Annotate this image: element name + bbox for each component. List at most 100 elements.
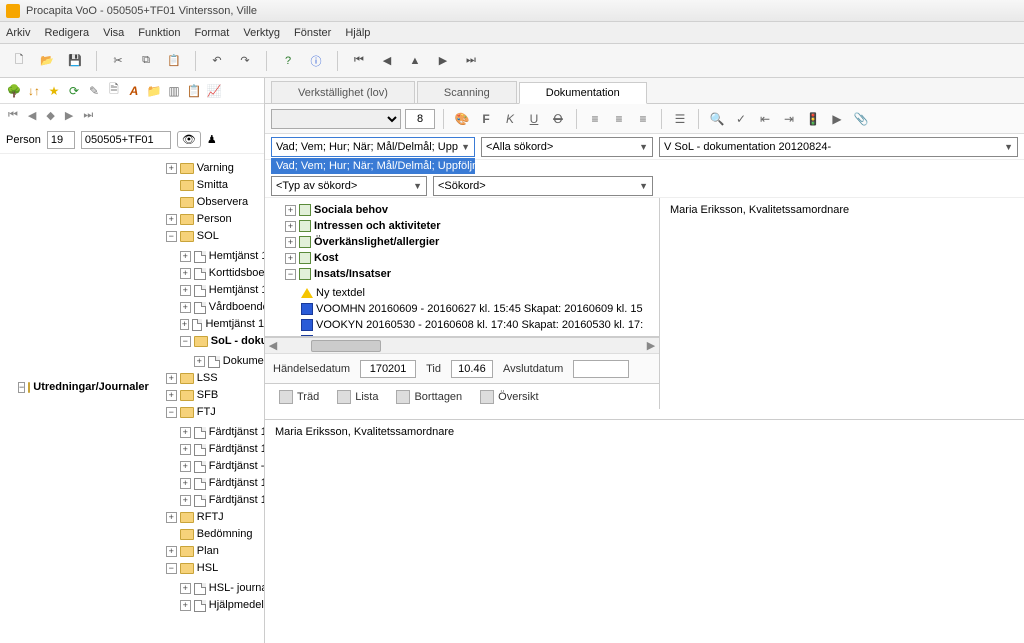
prev-icon[interactable]: ◀ bbox=[376, 50, 398, 72]
expand-icon[interactable]: + bbox=[180, 251, 191, 262]
tree-item-label[interactable]: Varning bbox=[197, 160, 234, 177]
strike-icon[interactable]: Ꝋ bbox=[548, 109, 568, 129]
tree-item-label[interactable]: FTJ bbox=[197, 404, 216, 421]
cut-icon[interactable]: ✂ bbox=[107, 50, 129, 72]
expand-icon[interactable]: + bbox=[285, 237, 296, 248]
copy-icon[interactable]: ⧉ bbox=[135, 50, 157, 72]
spellcheck-icon[interactable]: ✓ bbox=[731, 109, 751, 129]
expand-icon[interactable]: + bbox=[180, 600, 191, 611]
expand-icon[interactable]: + bbox=[166, 163, 177, 174]
expand-icon[interactable]: + bbox=[180, 268, 191, 279]
tree-icon[interactable]: 🌳 bbox=[6, 83, 22, 99]
tree-item-label[interactable]: SOL bbox=[197, 228, 219, 245]
combo-option-selected[interactable]: Vad; Vem; Hur; När; Mål/Delmål; Uppföljn… bbox=[271, 158, 475, 174]
arrow-down-icon[interactable]: ↓↑ bbox=[26, 83, 42, 99]
expand-icon[interactable]: + bbox=[180, 427, 191, 438]
up-icon[interactable]: ▲ bbox=[404, 50, 426, 72]
category-label[interactable]: Sociala behov bbox=[314, 202, 388, 218]
expand-icon[interactable]: − bbox=[166, 231, 177, 242]
horizontal-scrollbar[interactable]: ◀ ▶ bbox=[265, 337, 659, 353]
bottom-editor[interactable]: Maria Eriksson, Kvalitetssamordnare bbox=[265, 419, 1024, 643]
play-icon[interactable]: ▶ bbox=[827, 109, 847, 129]
tree-item-label[interactable]: Färdtjänst 160823 - , *Test, Sol bbox=[209, 475, 264, 492]
save-icon[interactable]: 💾 bbox=[64, 50, 86, 72]
next-icon[interactable]: ▶ bbox=[432, 50, 454, 72]
traffic-icon[interactable]: 🚦 bbox=[803, 109, 823, 129]
combo-dokumentation[interactable]: V SoL - dokumentation 20120824-▼ bbox=[659, 137, 1018, 157]
expand-icon[interactable]: + bbox=[166, 512, 177, 523]
combo-typ-sokord[interactable]: <Typ av sökord>▼ bbox=[271, 176, 427, 196]
color-icon[interactable]: 🎨 bbox=[452, 109, 472, 129]
expand-icon[interactable]: + bbox=[285, 221, 296, 232]
tree-item-label[interactable]: Korttidsboende 160822 - bbox=[209, 265, 264, 282]
refresh-icon[interactable]: ⟳ bbox=[66, 83, 82, 99]
expand-icon[interactable]: − bbox=[166, 563, 177, 574]
doc-icon[interactable]: 🗎 bbox=[106, 83, 122, 99]
italic-icon[interactable]: K bbox=[500, 109, 520, 129]
tree-item-label[interactable]: Färdtjänst - dokumentation 160823 · bbox=[209, 458, 264, 475]
viewtab-trad[interactable]: Träd bbox=[279, 390, 319, 404]
tree-item-label[interactable]: Hemtjänst 161025 - 161025 bbox=[209, 248, 264, 265]
tree-item-label[interactable]: Smitta bbox=[197, 177, 228, 194]
menu-verktyg[interactable]: Verktyg bbox=[243, 27, 280, 39]
combo-sokord[interactable]: <Sökord>▼ bbox=[433, 176, 653, 196]
tree-item-label[interactable]: Observera bbox=[197, 194, 248, 211]
nav-first-icon[interactable]: ⏮ bbox=[8, 109, 18, 122]
edit-icon[interactable]: ✎ bbox=[86, 83, 102, 99]
tree-item-label[interactable]: Färdtjänst 160823 - , Kerstin Folkes bbox=[209, 492, 264, 509]
entry-label[interactable]: Ny textdel bbox=[316, 285, 365, 301]
clipboard-icon[interactable]: 📋 bbox=[186, 83, 202, 99]
entry-label[interactable]: VOOMHN 20160609 - 20160627 kl. 15:45 Ska… bbox=[316, 301, 643, 317]
menu-format[interactable]: Format bbox=[195, 27, 230, 39]
expand-icon[interactable]: + bbox=[180, 285, 191, 296]
tab-verkstallighet[interactable]: Verkställighet (lov) bbox=[271, 81, 415, 103]
tree-item-label[interactable]: SoL - dokumentation 120824 - , *Te bbox=[211, 333, 264, 350]
expand-icon[interactable]: − bbox=[18, 382, 25, 393]
a-icon[interactable]: A bbox=[126, 83, 142, 99]
tab-scanning[interactable]: Scanning bbox=[417, 81, 517, 103]
category-label[interactable]: Insats/Insatser bbox=[314, 266, 391, 282]
expand-icon[interactable]: + bbox=[180, 583, 191, 594]
indent-left-icon[interactable]: ⇤ bbox=[755, 109, 775, 129]
menu-arkiv[interactable]: Arkiv bbox=[6, 27, 30, 39]
category-tree[interactable]: + Sociala behov + Intressen och aktiviteter… bbox=[265, 198, 659, 337]
tab-dokumentation[interactable]: Dokumentation bbox=[519, 82, 647, 104]
category-label[interactable]: Intressen och aktiviteter bbox=[314, 218, 441, 234]
nav-prev-icon[interactable]: ◀ bbox=[28, 109, 36, 122]
open-icon[interactable]: 📂 bbox=[36, 50, 58, 72]
expand-icon[interactable]: + bbox=[166, 214, 177, 225]
view-icon[interactable]: 👁 bbox=[177, 131, 201, 148]
expand-icon[interactable]: + bbox=[180, 495, 191, 506]
tree-item-label[interactable]: Dokumentation Verkställighet CD bbox=[223, 353, 264, 370]
tree-item-label[interactable]: Färdtjänst 160823 - 160831 bbox=[209, 424, 264, 441]
viewtab-lista[interactable]: Lista bbox=[337, 390, 378, 404]
expand-icon[interactable]: + bbox=[285, 205, 296, 216]
menu-redigera[interactable]: Redigera bbox=[44, 27, 89, 39]
entry-label[interactable]: VOOKYN 20160530 - 20160608 kl. 17:40 Ska… bbox=[316, 317, 643, 333]
nav-last-icon[interactable]: ⏭ bbox=[83, 109, 93, 122]
tree-item-label[interactable]: RFTJ bbox=[197, 509, 224, 526]
tree-item-label[interactable]: Bedömning bbox=[197, 526, 253, 543]
expand-icon[interactable]: + bbox=[194, 356, 205, 367]
info-icon[interactable]: ⓘ bbox=[305, 50, 327, 72]
new-icon[interactable]: 🗋 bbox=[8, 50, 30, 72]
font-size-input[interactable] bbox=[405, 109, 435, 129]
menu-visa[interactable]: Visa bbox=[103, 27, 124, 39]
expand-icon[interactable]: + bbox=[180, 461, 191, 472]
align-center-icon[interactable]: ≡ bbox=[609, 109, 629, 129]
font-family-select[interactable] bbox=[271, 109, 401, 129]
redo-icon[interactable]: ↷ bbox=[234, 50, 256, 72]
report-icon[interactable]: ▥ bbox=[166, 83, 182, 99]
expand-icon[interactable]: + bbox=[285, 253, 296, 264]
viewtab-borttagen[interactable]: Borttagen bbox=[396, 390, 462, 404]
nav-stop-icon[interactable]: ◆ bbox=[46, 109, 54, 122]
undo-icon[interactable]: ↶ bbox=[206, 50, 228, 72]
person-id-input[interactable] bbox=[81, 131, 171, 149]
tree-item-label[interactable]: Hemtjänst 160819 - 160819 bbox=[209, 282, 264, 299]
expand-icon[interactable]: − bbox=[166, 407, 177, 418]
find-icon[interactable]: 🔍 bbox=[707, 109, 727, 129]
underline-icon[interactable]: U bbox=[524, 109, 544, 129]
expand-icon[interactable]: + bbox=[180, 319, 189, 330]
expand-icon[interactable]: − bbox=[180, 336, 191, 347]
viewtab-oversikt[interactable]: Översikt bbox=[480, 390, 538, 404]
